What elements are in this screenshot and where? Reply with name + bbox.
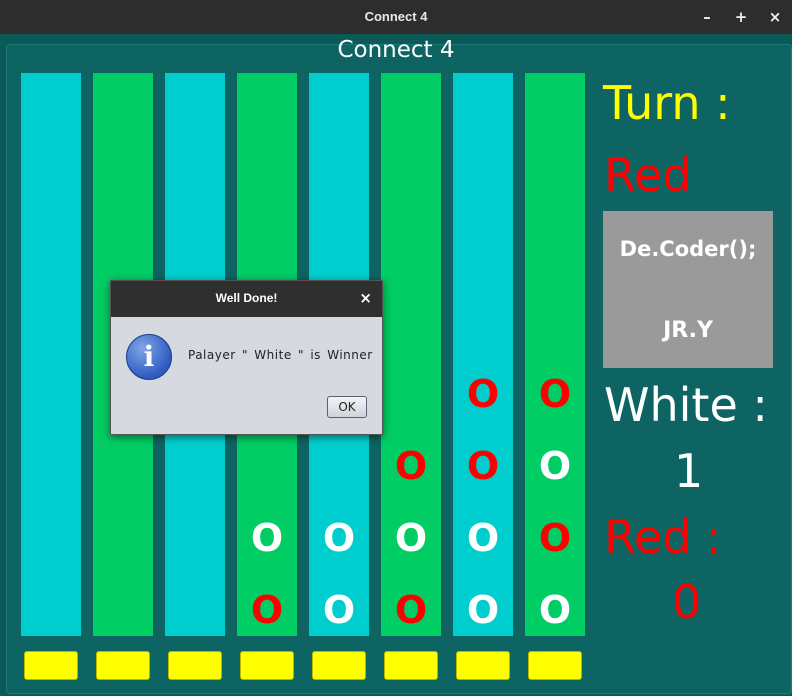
dialog-message: Palayer " White " is Winner — [188, 348, 373, 362]
logo-line-2: JR.Y — [663, 318, 713, 343]
game-title: Connect 4 — [337, 37, 455, 63]
white-score-label: White : — [604, 378, 768, 432]
turn-value: Red — [604, 148, 692, 202]
red-piece: O — [394, 588, 428, 632]
drop-button-column-6[interactable] — [384, 651, 438, 680]
white-piece: O — [466, 588, 500, 632]
info-icon: i — [126, 334, 172, 380]
drop-button-column-3[interactable] — [168, 651, 222, 680]
white-piece: O — [322, 588, 356, 632]
logo-panel: De.Coder(); JR.Y — [603, 211, 773, 368]
red-piece: O — [466, 444, 500, 488]
red-piece: O — [538, 516, 572, 560]
white-piece: O — [322, 516, 356, 560]
logo-line-1: De.Coder(); — [619, 237, 757, 261]
red-piece: O — [250, 588, 284, 632]
red-score-value: 0 — [672, 575, 702, 629]
board-column-1[interactable] — [21, 73, 81, 636]
red-score-label: Red : — [604, 510, 722, 564]
window-titlebar: Connect 4 – + × — [0, 0, 792, 34]
white-piece: O — [394, 516, 428, 560]
white-score-value: 1 — [674, 444, 704, 498]
drop-button-column-1[interactable] — [24, 651, 78, 680]
close-button[interactable]: × — [764, 6, 786, 28]
dialog-close-icon[interactable]: × — [359, 289, 372, 307]
white-piece: O — [538, 588, 572, 632]
red-piece: O — [538, 372, 572, 416]
white-piece: O — [250, 516, 284, 560]
dialog-title: Well Done! — [215, 291, 278, 305]
red-piece: O — [466, 372, 500, 416]
dialog-titlebar: Well Done! × — [111, 281, 382, 317]
maximize-button[interactable]: + — [730, 6, 752, 28]
drop-button-column-8[interactable] — [528, 651, 582, 680]
winner-dialog: Well Done! × i Palayer " White " is Winn… — [110, 280, 383, 435]
turn-label: Turn : — [603, 76, 731, 130]
red-piece: O — [394, 444, 428, 488]
ok-button[interactable]: OK — [327, 396, 367, 418]
minimize-button[interactable]: – — [696, 6, 718, 28]
drop-button-column-5[interactable] — [312, 651, 366, 680]
white-piece: O — [466, 516, 500, 560]
drop-button-column-4[interactable] — [240, 651, 294, 680]
white-piece: O — [538, 444, 572, 488]
drop-button-column-7[interactable] — [456, 651, 510, 680]
drop-button-column-2[interactable] — [96, 651, 150, 680]
window-title: Connect 4 — [364, 9, 428, 24]
